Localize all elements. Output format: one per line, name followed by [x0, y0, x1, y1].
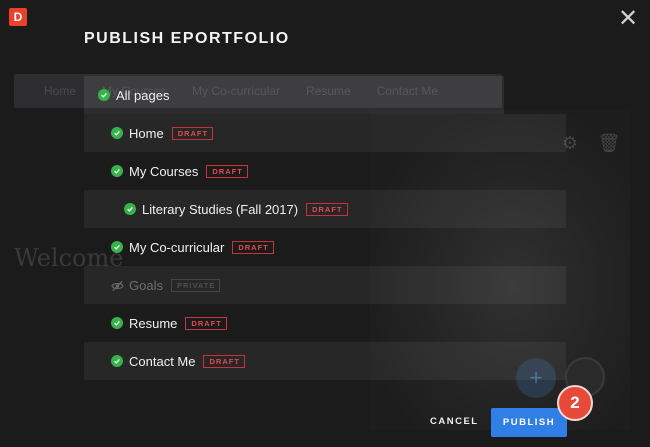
list-item-home[interactable]: Home DRAFT	[84, 114, 566, 152]
app-logo: D	[9, 8, 27, 26]
list-item-contact-me[interactable]: Contact Me DRAFT	[84, 342, 566, 380]
list-item-label: Goals	[129, 277, 163, 293]
list-item-label: Contact Me	[129, 353, 196, 369]
modal-title: PUBLISH EPORTFOLIO	[84, 30, 290, 47]
list-item-all-pages[interactable]: All pages	[84, 76, 504, 114]
step-number-badge: 2	[557, 385, 593, 421]
list-item-goals[interactable]: Goals PRIVATE	[84, 266, 566, 304]
list-item-label: All pages	[116, 87, 170, 103]
background-nav-item: Home	[44, 84, 77, 98]
draft-badge: DRAFT	[232, 240, 274, 254]
check-circle-icon	[98, 89, 110, 101]
check-circle-icon	[111, 241, 123, 253]
cancel-button[interactable]: CANCEL	[430, 416, 479, 427]
close-icon[interactable]: ✕	[618, 7, 638, 31]
check-circle-icon	[111, 127, 123, 139]
draft-badge: DRAFT	[206, 164, 248, 178]
list-item-label: Home	[129, 125, 164, 141]
draft-badge: DRAFT	[171, 126, 214, 140]
page-list: All pages Home DRAFT My Courses DRAFT Li…	[84, 76, 566, 380]
draft-badge: DRAFT	[185, 316, 227, 330]
list-item-label: My Courses	[129, 163, 199, 179]
list-item-resume[interactable]: Resume DRAFT	[84, 304, 566, 342]
draft-badge: DRAFT	[203, 354, 245, 368]
list-item-label: Literary Studies (Fall 2017)	[142, 201, 299, 217]
check-circle-icon	[124, 203, 136, 215]
list-item-label: My Co-curricular	[129, 239, 225, 255]
publish-button[interactable]: PUBLISH	[491, 408, 567, 437]
private-badge: PRIVATE	[170, 278, 221, 292]
list-item-label: Resume	[129, 315, 178, 331]
check-circle-icon	[111, 317, 123, 329]
trash-icon: 🗑	[597, 132, 621, 153]
list-item-literary-studies[interactable]: Literary Studies (Fall 2017) DRAFT	[84, 190, 566, 228]
check-circle-icon	[111, 355, 123, 367]
list-item-my-co-curricular[interactable]: My Co-curricular DRAFT	[84, 228, 566, 266]
check-circle-icon	[111, 165, 123, 177]
eye-slash-icon	[111, 279, 124, 292]
draft-badge: DRAFT	[306, 202, 348, 216]
list-item-my-courses[interactable]: My Courses DRAFT	[84, 152, 566, 190]
